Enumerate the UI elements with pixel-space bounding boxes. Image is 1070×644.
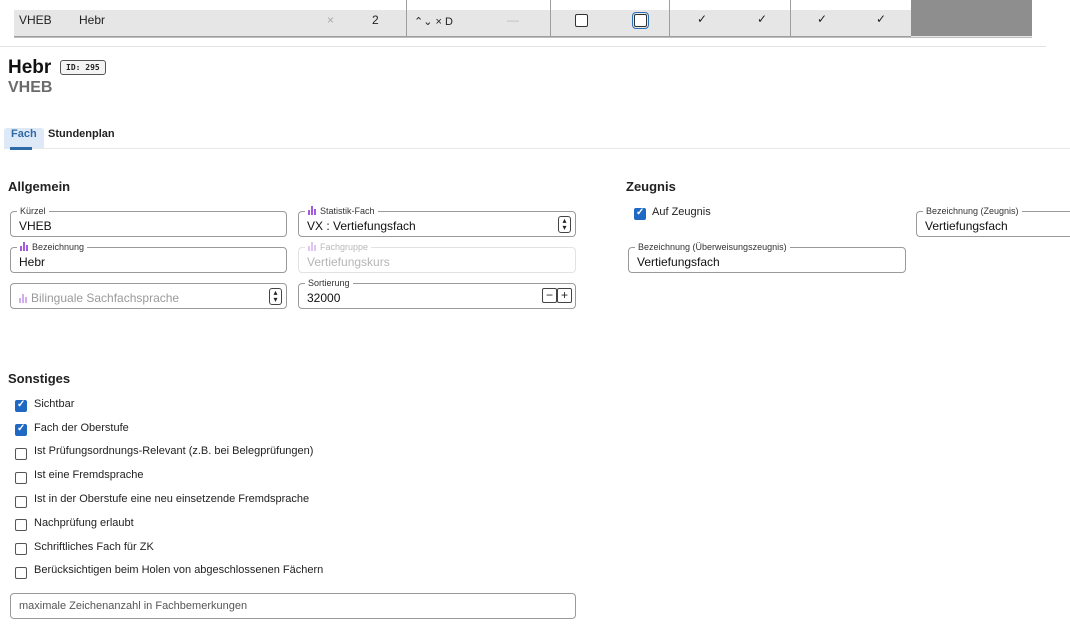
cell-count[interactable]: 2 <box>372 13 379 27</box>
table-row[interactable]: VHEB Hebr × 2 ⌃⌄ × D — ✓ ✓ ✓ ✓ <box>0 0 1032 38</box>
page-subtitle: VHEB <box>8 79 53 96</box>
row-grey-cell <box>911 0 1032 36</box>
statistics-bars-icon <box>19 294 29 303</box>
max-zeichen-input[interactable]: maximale Zeichenanzahl in Fachbemerkunge… <box>10 593 576 619</box>
row-tick-2: ✓ <box>757 12 768 26</box>
schriftlich-zk-checkbox[interactable] <box>15 543 27 555</box>
tab-stundenplan[interactable]: Stundenplan <box>42 128 121 149</box>
beruecksichtigen-label: Berücksichtigen beim Holen von abgeschlo… <box>34 564 324 576</box>
sortierung-value: 32000 <box>307 291 341 305</box>
row-tick-3: ✓ <box>817 12 828 26</box>
statistik-fach-label-text: Statistik-Fach <box>320 206 375 216</box>
fachgruppe-field: Fachgruppe Vertiefungskurs <box>298 242 576 273</box>
auf-zeugnis-label: Auf Zeugnis <box>652 206 711 218</box>
fachgruppe-label: Fachgruppe <box>305 242 372 252</box>
neu-fremdsprache-label: Ist in der Oberstufe eine neu einsetzend… <box>34 493 310 505</box>
id-badge: ID: 295 <box>60 60 106 75</box>
nachpruefung-label: Nachprüfung erlaubt <box>34 517 134 529</box>
section-allgemein-heading: Allgemein <box>8 179 71 194</box>
bezeichnung-value: Hebr <box>19 255 46 269</box>
statistics-bars-icon <box>308 206 318 215</box>
oberstufe-label: Fach der Oberstufe <box>34 422 129 434</box>
tab-active-underline <box>10 147 32 150</box>
bezeichnung-label: Bezeichnung <box>17 242 88 252</box>
max-zeichen-placeholder: maximale Zeichenanzahl in Fachbemerkunge… <box>19 600 248 612</box>
sortierung-field[interactable]: Sortierung 32000 − + <box>298 278 576 309</box>
col-divider <box>550 0 551 36</box>
cell-dash: — <box>507 13 519 27</box>
table-divider <box>0 46 1046 47</box>
pruefungsrelevant-label: Ist Prüfungsordnungs-Relevant (z.B. bei … <box>34 445 314 457</box>
bezeichnung-label-text: Bezeichnung <box>32 242 85 252</box>
schriftlich-zk-label: Schriftliches Fach für ZK <box>34 541 154 553</box>
kuerzel-value: VHEB <box>19 219 52 233</box>
cell-bezeichnung[interactable]: Hebr <box>79 13 105 27</box>
clear-icon[interactable]: × <box>327 13 334 27</box>
nachpruefung-checkbox[interactable] <box>15 519 27 531</box>
row-selected-bg <box>14 10 911 37</box>
fachgruppe-value: Vertiefungskurs <box>307 255 390 269</box>
col-divider <box>669 0 670 36</box>
fremdsprache-checkbox[interactable] <box>15 472 27 484</box>
bezeichnung-field[interactable]: Bezeichnung Hebr <box>10 242 287 273</box>
section-sonstiges-heading: Sonstiges <box>8 371 71 386</box>
beruecksichtigen-checkbox[interactable] <box>15 567 27 579</box>
sichtbar-checkbox[interactable] <box>15 399 27 412</box>
bezeichnung-zeugnis-label: Bezeichnung (Zeugnis) <box>923 206 1022 216</box>
statistics-bars-icon <box>20 242 30 251</box>
sichtbar-label: Sichtbar <box>34 398 75 410</box>
tab-fach[interactable]: Fach <box>4 128 44 149</box>
statistik-fach-value: VX : Vertiefungsfach <box>307 219 416 233</box>
decrement-button[interactable]: − <box>542 288 557 303</box>
select-stepper-icon[interactable]: ▴ ▾ <box>558 216 571 233</box>
bezeichnung-zeugnis-field[interactable]: Bezeichnung (Zeugnis) Vertiefungsfach <box>916 206 1070 237</box>
statistik-fach-label: Statistik-Fach <box>305 206 378 216</box>
page-title: Hebr <box>8 57 52 78</box>
bezeichnung-ueberweisung-label: Bezeichnung (Überweisungszeugnis) <box>635 242 790 252</box>
tab-bar-line <box>10 148 1070 149</box>
bilinguale-placeholder-text: Bilinguale Sachfachsprache <box>31 291 180 305</box>
kuerzel-label: Kürzel <box>17 206 49 216</box>
col-divider <box>406 0 407 36</box>
statistics-bars-icon <box>308 242 318 251</box>
bezeichnung-ueberweisung-value: Vertiefungsfach <box>637 255 720 269</box>
cell-option[interactable]: ⌃⌄ × D <box>414 15 453 28</box>
cell-kuerzel[interactable]: VHEB <box>19 13 52 27</box>
bezeichnung-ueberweisung-field[interactable]: Bezeichnung (Überweisungszeugnis) Vertie… <box>628 242 906 273</box>
bilinguale-select[interactable]: Bilinguale Sachfachsprache ▴ ▾ <box>10 283 287 309</box>
fachgruppe-label-text: Fachgruppe <box>320 242 369 252</box>
auf-zeugnis-checkbox[interactable] <box>634 207 646 220</box>
row-checkbox-2[interactable] <box>632 12 649 29</box>
select-stepper-icon[interactable]: ▴ ▾ <box>269 288 282 305</box>
statistik-fach-select[interactable]: Statistik-Fach VX : Vertiefungsfach ▴ ▾ <box>298 206 576 237</box>
bilinguale-placeholder: Bilinguale Sachfachsprache <box>19 291 179 305</box>
row-tick-4: ✓ <box>876 12 887 26</box>
section-zeugnis-heading: Zeugnis <box>626 179 676 194</box>
col-divider <box>790 0 791 36</box>
increment-button[interactable]: + <box>557 288 572 303</box>
oberstufe-checkbox[interactable] <box>15 423 27 436</box>
row-tick-1: ✓ <box>697 12 708 26</box>
sortierung-label: Sortierung <box>305 278 353 288</box>
fremdsprache-label: Ist eine Fremdsprache <box>34 469 144 481</box>
row-checkbox-1[interactable] <box>575 14 588 27</box>
bezeichnung-zeugnis-value: Vertiefungsfach <box>925 219 1008 233</box>
kuerzel-field[interactable]: Kürzel VHEB <box>10 206 287 237</box>
pruefungsrelevant-checkbox[interactable] <box>15 448 27 460</box>
neu-fremdsprache-checkbox[interactable] <box>15 496 27 508</box>
